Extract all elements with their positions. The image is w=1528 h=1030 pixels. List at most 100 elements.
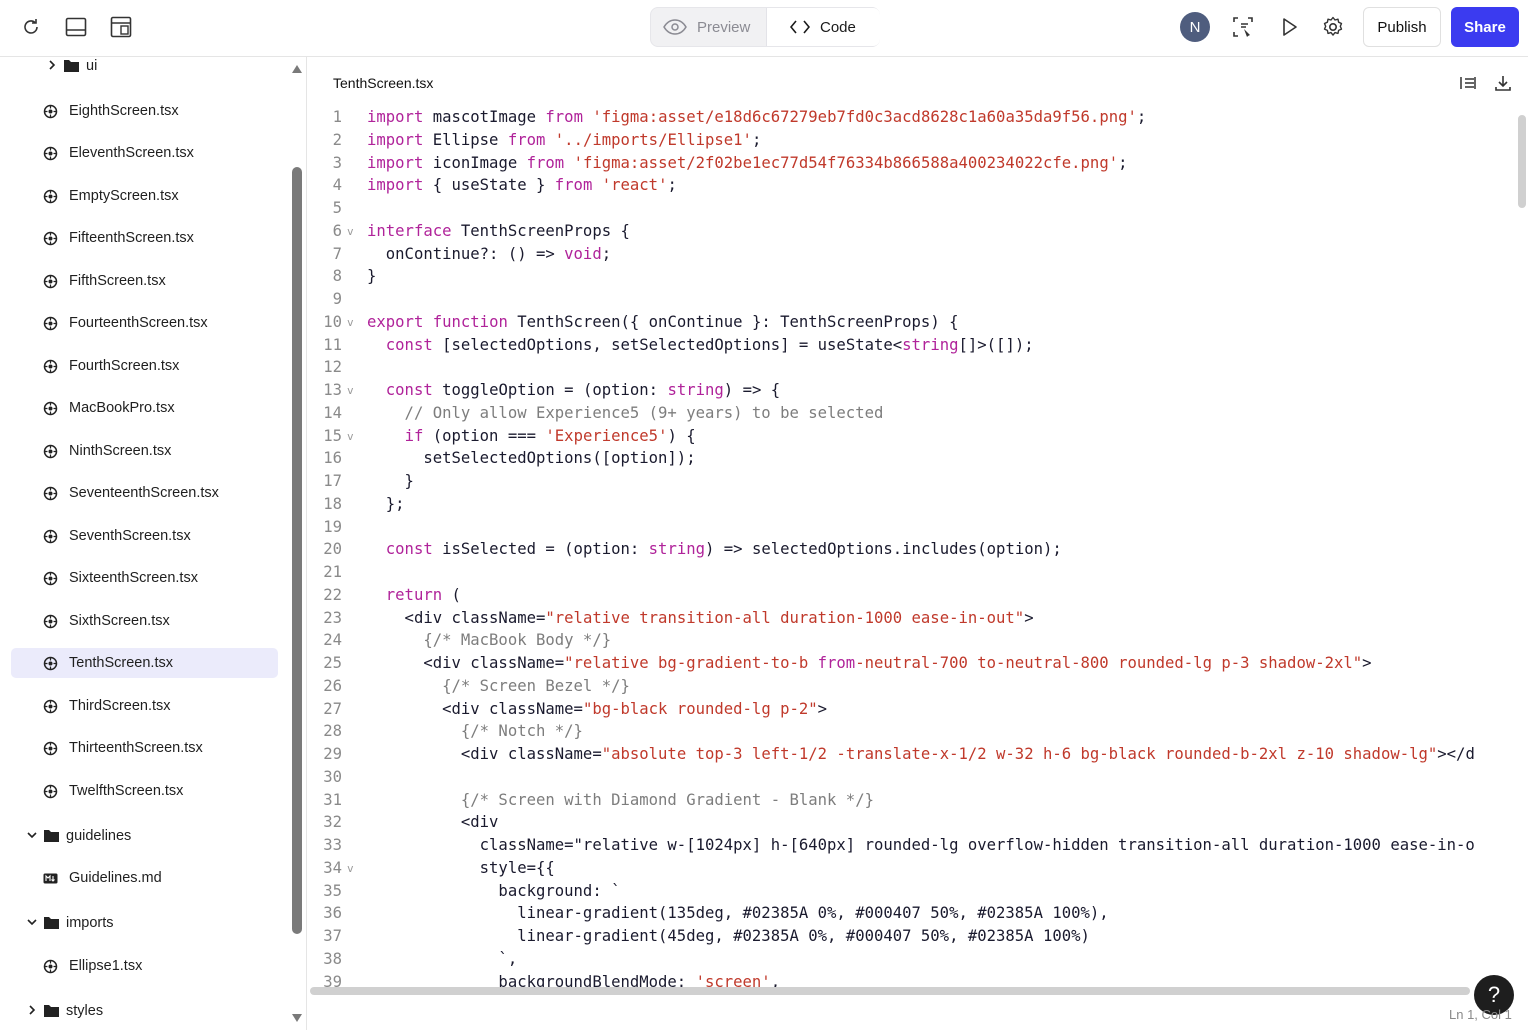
file-item[interactable]: SeventeenthScreen.tsx (11, 478, 278, 508)
panel-icon[interactable] (63, 14, 89, 40)
file-item[interactable]: MacBookPro.tsx (11, 393, 278, 423)
file-item[interactable]: TwelfthScreen.tsx (11, 776, 278, 806)
react-file-icon (43, 231, 58, 246)
scroll-down-icon[interactable] (291, 1013, 303, 1023)
file-item[interactable]: SeventhScreen.tsx (11, 521, 278, 551)
react-file-icon (43, 699, 58, 714)
share-button[interactable]: Share (1451, 7, 1519, 47)
file-item[interactable]: ThirdScreen.tsx (11, 691, 278, 721)
file-item[interactable]: SixthScreen.tsx (11, 606, 278, 636)
fold-toggle-icon[interactable]: v (347, 225, 354, 238)
sidebar-scroll-thumb[interactable] (292, 167, 302, 934)
line-number: 25 (323, 654, 342, 672)
tree-item-label: styles (66, 1003, 104, 1019)
code-icon (790, 20, 810, 34)
gear-icon[interactable] (1320, 14, 1346, 40)
view-mode-toggle: Preview Code (650, 7, 880, 47)
play-icon[interactable] (1276, 14, 1302, 40)
code-text: // Only allow Experience5 (9+ years) to … (367, 403, 884, 422)
code-line: 32 <div (308, 813, 1516, 835)
file-item[interactable]: EighthScreen.tsx (11, 96, 278, 126)
file-item[interactable]: Ellipse1.tsx (11, 951, 278, 981)
cursor-position: Ln 1, Col 1 (1449, 1007, 1512, 1022)
code-line: 11 const [selectedOptions, setSelectedOp… (308, 336, 1516, 358)
file-item[interactable]: ThirteenthScreen.tsx (11, 733, 278, 763)
chevron-down-icon[interactable] (25, 828, 39, 842)
code-text: const [selectedOptions, setSelectedOptio… (385, 335, 1034, 354)
folder-styles[interactable]: styles (11, 996, 278, 1026)
markdown-file-icon (43, 871, 58, 886)
line-number: 23 (323, 608, 342, 627)
folder-imports[interactable]: imports (11, 908, 278, 938)
react-file-icon (43, 741, 58, 756)
code-line: 3 import iconImage from 'figma:asset/2f02… (308, 154, 1516, 176)
code-tab[interactable]: Code (766, 8, 880, 46)
line-number: 18 (323, 494, 342, 513)
line-number: 6 (332, 221, 342, 240)
code-line: 27 <div className="bg-black rounded-lg p… (308, 700, 1516, 722)
chevron-down-icon[interactable] (25, 915, 39, 929)
line-number: 10 (323, 312, 342, 331)
code-line: 26 {/* Screen Bezel */} (308, 677, 1516, 699)
layout-icon[interactable] (108, 14, 134, 40)
avatar[interactable]: N (1180, 12, 1210, 42)
code-line: 10 v export function TenthScreen({ onConti… (308, 313, 1516, 335)
line-number: 36 (323, 904, 342, 923)
fold-toggle-icon[interactable]: v (347, 384, 354, 397)
wrap-lines-icon[interactable] (1458, 73, 1478, 93)
folder-ui[interactable]: ui (11, 57, 278, 81)
code-text: <div className="absolute top-3 left-1/2 … (367, 745, 1475, 763)
preview-tab[interactable]: Preview (663, 8, 750, 46)
editor-filename: TenthScreen.tsx (333, 75, 434, 91)
file-item[interactable]: FourteenthScreen.tsx (11, 308, 278, 338)
code-line: 13 v const toggleOption = (option: string… (308, 381, 1516, 403)
file-item[interactable]: SixteenthScreen.tsx (11, 563, 278, 593)
code-line: 28 {/* Notch */} (308, 722, 1516, 744)
fold-toggle-icon[interactable]: v (347, 316, 354, 329)
folder-guidelines[interactable]: guidelines (11, 821, 278, 851)
line-number: 9 (332, 290, 342, 308)
fold-toggle-icon[interactable]: v (347, 430, 354, 443)
publish-button[interactable]: Publish (1363, 7, 1441, 47)
line-number: 24 (323, 631, 342, 650)
horizontal-scrollbar[interactable] (310, 987, 1470, 995)
preview-label: Preview (697, 18, 751, 36)
react-file-icon (43, 146, 58, 161)
file-item[interactable]: FifthScreen.tsx (11, 266, 278, 296)
file-item[interactable]: NinthScreen.tsx (11, 436, 278, 466)
code-line: 20 const isSelected = (option: string) =… (308, 540, 1516, 562)
code-line: 6 v interface TenthScreenProps { (308, 222, 1516, 244)
tree-item-label: SixteenthScreen.tsx (69, 570, 198, 586)
tree-item-label: MacBookPro.tsx (69, 400, 175, 416)
refresh-icon[interactable] (18, 14, 44, 40)
code-area[interactable]: 1 import mascotImage from 'figma:asset/e1… (308, 108, 1516, 988)
file-item[interactable]: TenthScreen.tsx (11, 648, 278, 678)
chevron-right-icon[interactable] (45, 58, 59, 72)
code-editor: TenthScreen.tsx 1 import mascotImage from… (308, 57, 1528, 1030)
file-item[interactable]: FifteenthScreen.tsx (11, 223, 278, 253)
vertical-scrollbar[interactable] (1518, 115, 1526, 208)
code-text: linear-gradient(45deg, #02385A 0%, #0004… (367, 927, 1090, 945)
line-number: 31 (323, 790, 342, 809)
code-line: 39 backgroundBlendMode: 'screen', (308, 973, 1516, 989)
file-item[interactable]: EleventhScreen.tsx (11, 138, 278, 168)
line-number: 27 (323, 699, 342, 718)
fold-toggle-icon[interactable]: v (347, 862, 354, 875)
code-text: if (option === 'Experience5') { (404, 426, 696, 445)
inspect-icon[interactable] (1230, 14, 1256, 40)
file-item[interactable]: FourthScreen.tsx (11, 351, 278, 381)
tree-item-label: FourthScreen.tsx (69, 358, 180, 374)
line-number: 22 (323, 585, 342, 604)
code-line: 12 (308, 358, 1516, 380)
scroll-up-icon[interactable] (291, 64, 303, 74)
react-file-icon (43, 959, 58, 974)
file-item[interactable]: Guidelines.md (11, 863, 278, 893)
file-item[interactable]: EmptyScreen.tsx (11, 181, 278, 211)
line-number: 11 (323, 335, 342, 354)
code-text: {/* MacBook Body */} (367, 631, 612, 650)
code-line: 38 `, (308, 950, 1516, 972)
tree-item-label: SeventhScreen.tsx (69, 528, 191, 544)
chevron-right-icon[interactable] (25, 1003, 39, 1017)
react-file-icon (43, 189, 58, 204)
download-icon[interactable] (1493, 73, 1513, 93)
